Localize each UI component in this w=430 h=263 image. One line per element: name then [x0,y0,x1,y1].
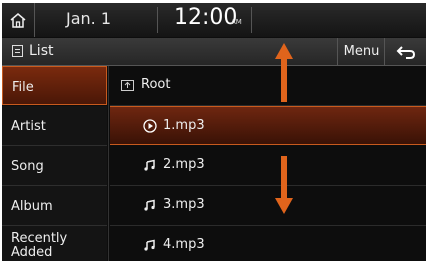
list-item-label: 2.mp3 [163,157,205,172]
menu-button[interactable]: Menu [337,38,385,65]
scroll-up-arrow-icon [275,43,293,102]
category-label: Recently Added [11,231,68,260]
category-song[interactable]: Song [2,146,107,186]
list-item-label: 4.mp3 [163,237,205,252]
category-label: File [12,80,34,95]
list-item-label: Root [141,77,171,92]
category-label: Album [11,199,53,214]
status-bar: Jan. 1 12:00 AM [2,3,426,37]
media-screen: Jan. 1 12:00 AM List Menu File Artist So… [2,3,426,261]
list-item-label: 1.mp3 [163,118,205,133]
back-arrow-icon [396,45,416,59]
clock-ampm: AM [231,18,242,26]
scroll-down-arrow-icon [275,156,293,214]
page-title: List [29,43,54,59]
home-icon [10,12,26,28]
list-item-3-mp3[interactable]: 3.mp3 [110,186,426,226]
list-icon [12,45,23,57]
category-album[interactable]: Album [2,186,107,226]
play-circle-icon [143,119,157,133]
list-item-1-mp3[interactable]: 1.mp3 [110,106,426,145]
date-display: Jan. 1 [66,9,112,28]
category-recently-added[interactable]: Recently Added [2,226,107,261]
divider [157,7,158,33]
category-file[interactable]: File [2,66,107,105]
back-button[interactable] [384,38,426,65]
list-item-root[interactable]: Root [110,66,426,106]
music-note-icon [143,158,157,172]
title-bar: List Menu [2,38,426,66]
home-button[interactable] [2,3,35,37]
music-note-icon [143,198,157,212]
list-item-4-mp3[interactable]: 4.mp3 [110,226,426,261]
clock-time: 12:00 [174,5,238,30]
list-item-label: 3.mp3 [163,197,205,212]
divider [251,7,252,33]
category-label: Artist [11,119,46,134]
category-label: Song [11,159,44,174]
music-note-icon [143,238,157,252]
list-item-2-mp3[interactable]: 2.mp3 [110,146,426,186]
folder-up-icon [120,78,134,92]
category-artist[interactable]: Artist [2,106,107,146]
divider [108,66,109,261]
